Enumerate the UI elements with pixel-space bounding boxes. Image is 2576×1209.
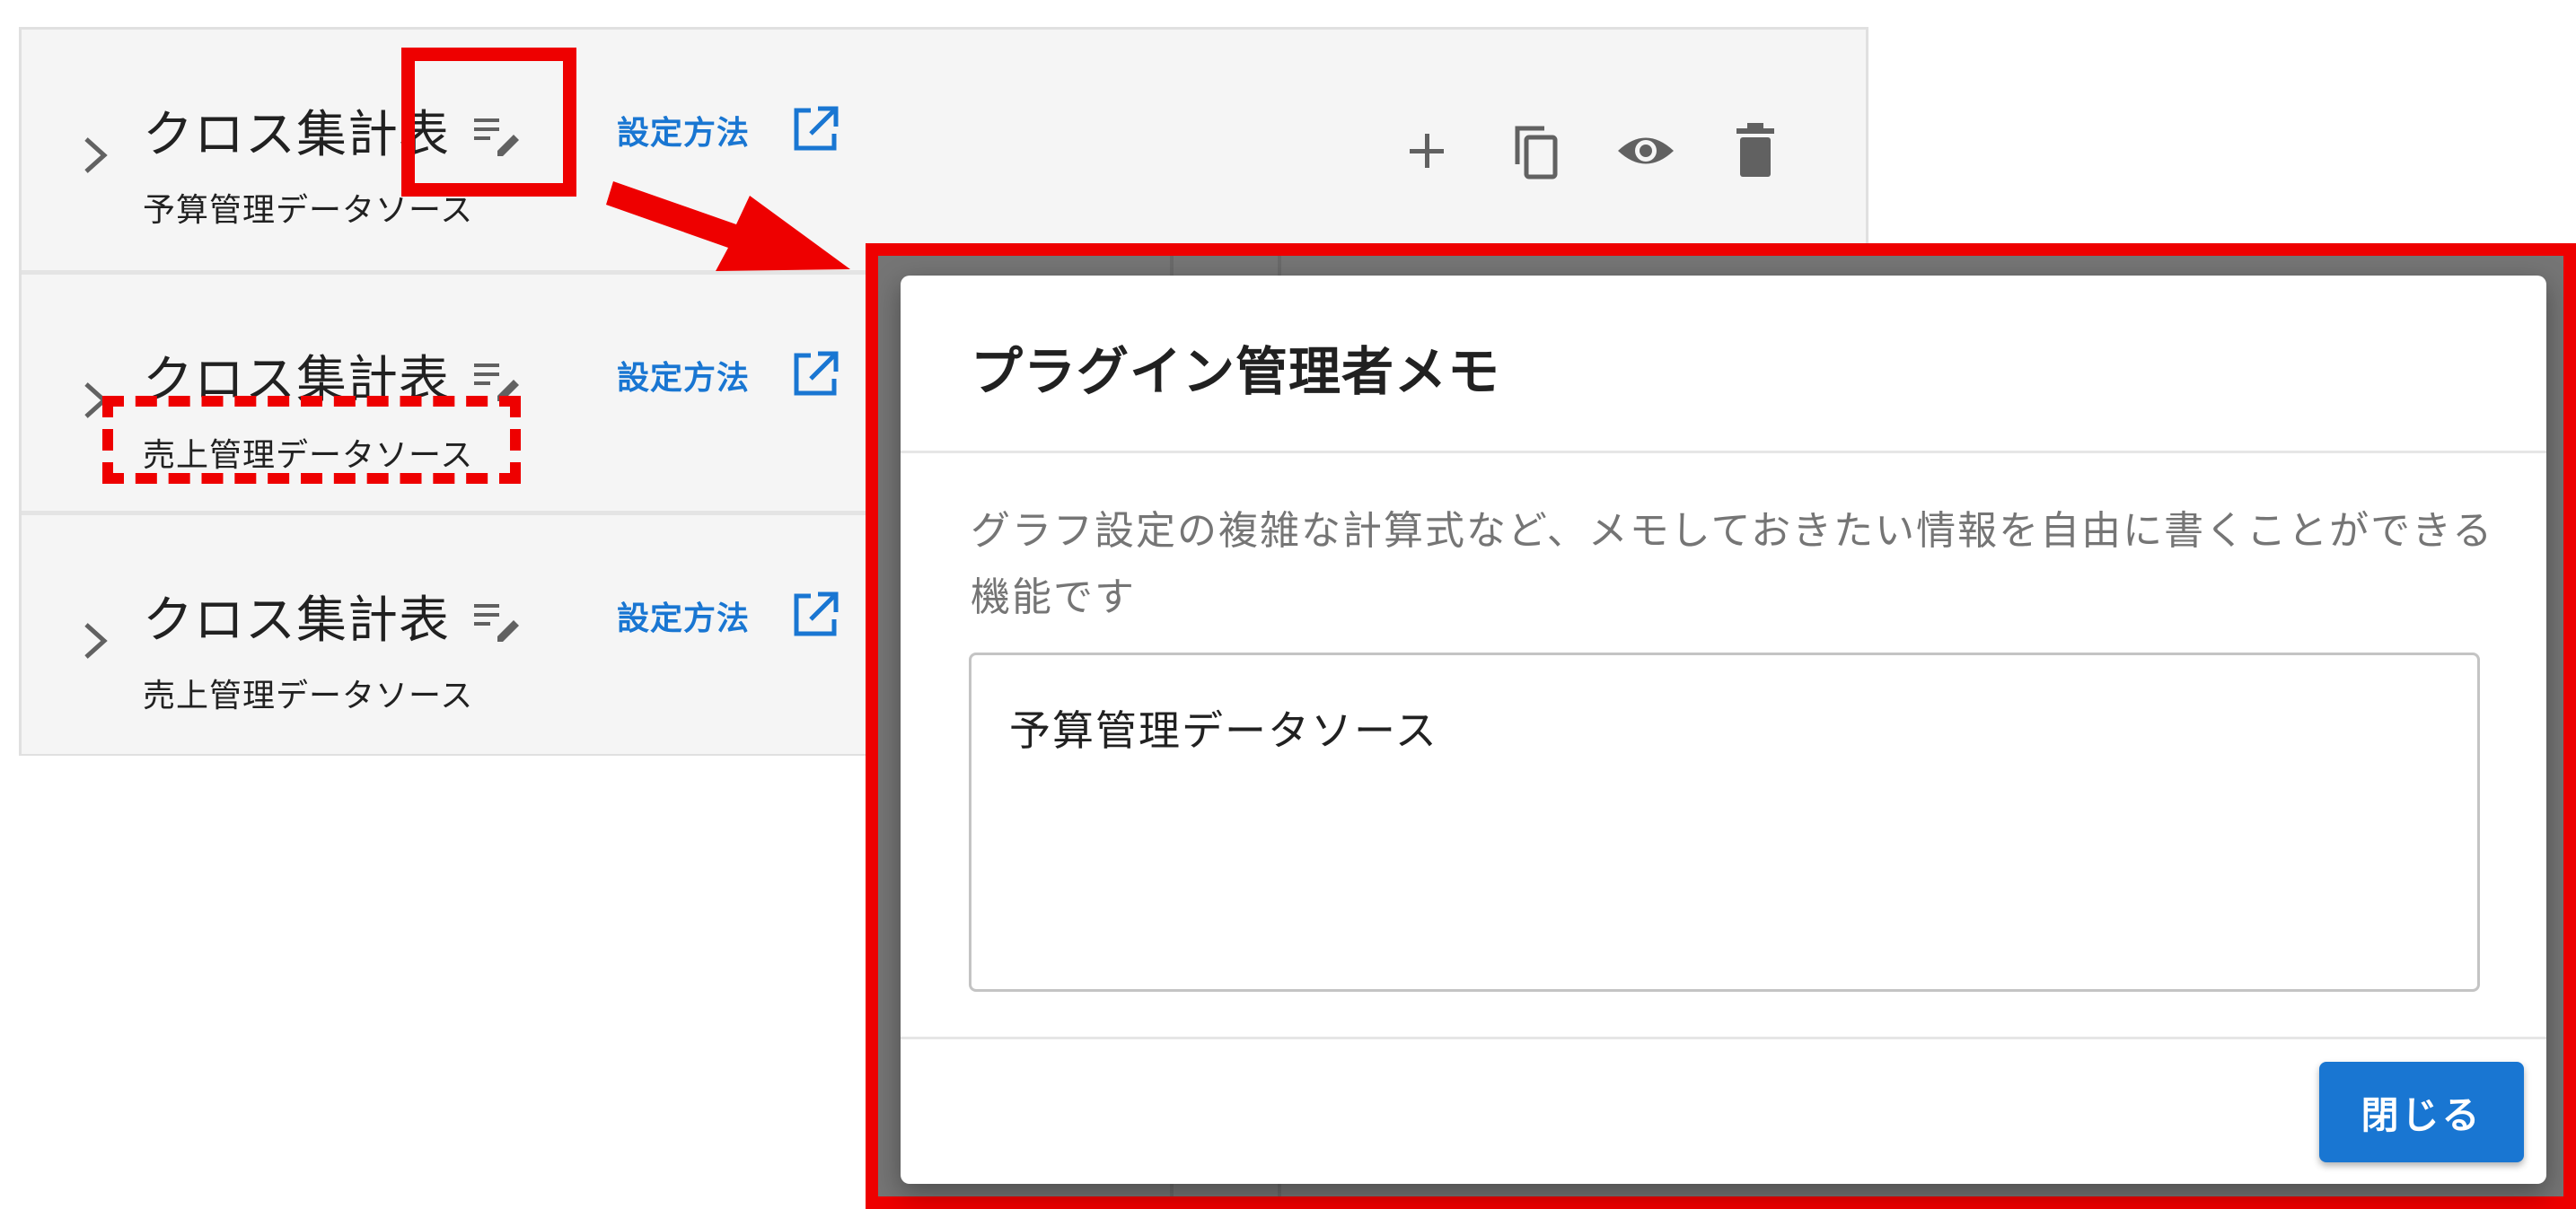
open-in-new-icon[interactable] — [789, 348, 841, 400]
dialog-description: グラフ設定の複雑な計算式など、メモしておきたい情報を自由に書くことができる機能で… — [971, 508, 2494, 620]
memo-textarea[interactable]: 予算管理データソース — [969, 653, 2480, 992]
plugin-memo-subtitle: 売上管理データソース — [143, 678, 474, 714]
howto-link[interactable]: 設定方法 — [617, 352, 750, 399]
plugin-row: クロス集計表 予算管理データソース 設定方法 — [22, 30, 1866, 268]
close-button[interactable]: 閉じる — [2319, 1062, 2524, 1162]
edit-icon-highlight — [401, 48, 576, 197]
howto-link[interactable]: 設定方法 — [617, 107, 750, 153]
howto-link[interactable]: 設定方法 — [617, 592, 750, 639]
divider — [901, 451, 2546, 453]
memo-dialog: プラグイン管理者メモ グラフ設定の複雑な計算式など、メモしておきたい情報を自由に… — [901, 276, 2546, 1184]
annotation-arrow — [606, 181, 850, 271]
plugin-title: クロス集計表 — [143, 591, 450, 650]
chevron-right-icon[interactable] — [77, 128, 113, 182]
trash-icon[interactable] — [1724, 119, 1787, 182]
eye-icon[interactable] — [1614, 119, 1677, 182]
copy-icon[interactable] — [1505, 119, 1568, 182]
edit-note-icon[interactable] — [470, 591, 524, 645]
divider — [901, 1037, 2546, 1039]
row-actions — [1395, 119, 1844, 191]
memo-textarea-value: 予算管理データソース — [1009, 706, 1438, 755]
dialog-title: プラグイン管理者メモ — [971, 341, 1501, 402]
plus-icon[interactable] — [1395, 119, 1458, 182]
open-in-new-icon[interactable] — [789, 589, 841, 641]
open-in-new-icon[interactable] — [789, 103, 841, 155]
chevron-right-icon[interactable] — [77, 614, 113, 668]
memo-subtitle-highlight — [102, 396, 521, 484]
